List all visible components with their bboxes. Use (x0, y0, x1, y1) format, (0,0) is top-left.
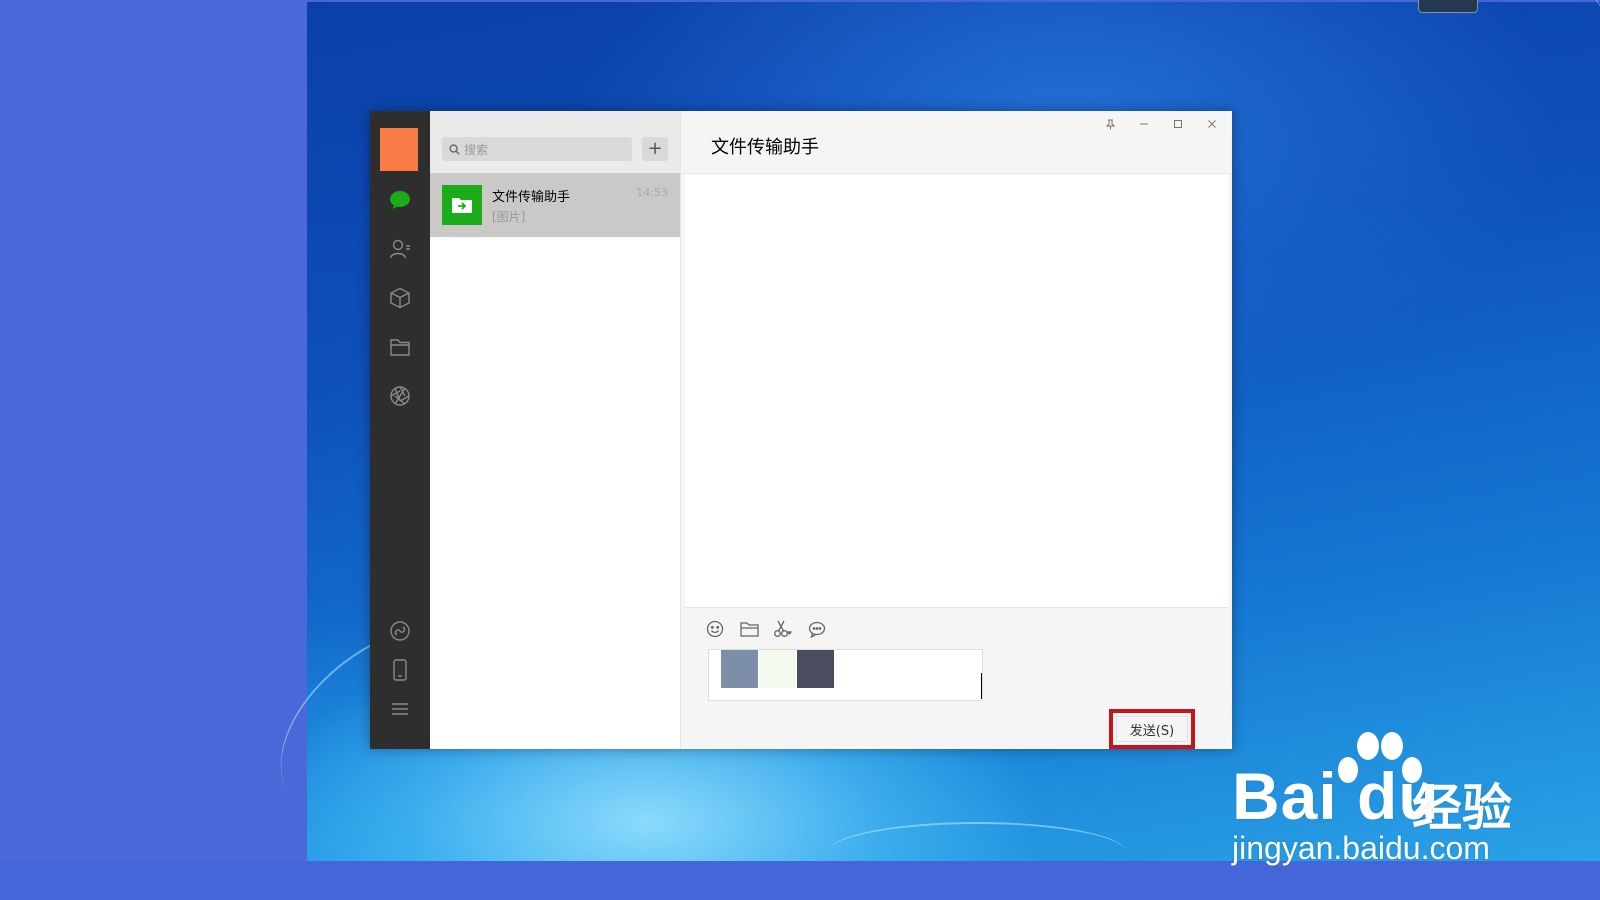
conversation-panel: 文件传输助手 发送(S) (681, 111, 1232, 749)
files-icon[interactable] (387, 334, 413, 360)
user-avatar[interactable] (380, 128, 418, 171)
chat-list-panel: 搜索 + 文件传输助手 [图片] 14:53 (430, 111, 681, 749)
message-input[interactable] (708, 649, 983, 701)
mini-program-icon[interactable] (387, 618, 413, 644)
chat-icon[interactable] (387, 187, 413, 213)
text-caret (981, 673, 982, 699)
menu-icon[interactable] (387, 696, 413, 722)
maximize-icon[interactable] (1168, 117, 1188, 131)
composer-toolbar (705, 619, 827, 639)
folder-transfer-icon (452, 198, 472, 213)
add-chat-button[interactable]: + (642, 137, 668, 161)
page-title: 文件传输助手 (711, 137, 819, 158)
search-icon (449, 143, 460, 155)
sidebar (370, 111, 430, 749)
emoji-icon[interactable] (705, 619, 725, 639)
chat-list-item[interactable]: 文件传输助手 [图片] 14:53 (430, 173, 680, 237)
chat-name: 文件传输助手 (492, 190, 571, 205)
chat-time: 14:53 (636, 186, 668, 199)
message-area (685, 174, 1228, 608)
folder-icon[interactable] (739, 619, 759, 639)
contacts-icon[interactable] (387, 236, 413, 262)
wechat-window: 搜索 + 文件传输助手 [图片] 14:53 文件传输助手 发送(S) (370, 111, 1232, 749)
chat-list-header: 搜索 + (430, 111, 680, 173)
chat-history-icon[interactable] (807, 619, 827, 639)
wallpaper-streak (1333, 0, 1600, 196)
window-controls (1100, 117, 1222, 131)
image-thumbnail[interactable] (797, 650, 834, 688)
close-icon[interactable] (1202, 117, 1222, 131)
conversation-header: 文件传输助手 (681, 111, 1232, 174)
favorites-icon[interactable] (387, 285, 413, 311)
file-transfer-avatar (442, 185, 482, 225)
search-placeholder: 搜索 (464, 142, 489, 157)
watermark-url: jingyan.baidu.com (1232, 830, 1490, 866)
chat-preview: [图片] (492, 210, 526, 224)
screenshot-icon[interactable] (773, 619, 793, 639)
tray-widget-icon[interactable] (1418, 0, 1478, 13)
baidu-watermark: Bai du (1232, 759, 1440, 833)
image-thumbnail[interactable] (721, 650, 758, 688)
desktop-left-band (0, 0, 307, 900)
pin-icon[interactable] (1100, 117, 1120, 131)
minimize-icon[interactable] (1134, 117, 1154, 131)
send-highlight-box: 发送(S) (1109, 709, 1195, 749)
image-thumbnail[interactable] (759, 650, 796, 688)
send-button[interactable]: 发送(S) (1116, 716, 1188, 742)
search-input[interactable]: 搜索 (442, 137, 632, 161)
phone-icon[interactable] (387, 657, 413, 683)
moments-icon[interactable] (387, 383, 413, 409)
